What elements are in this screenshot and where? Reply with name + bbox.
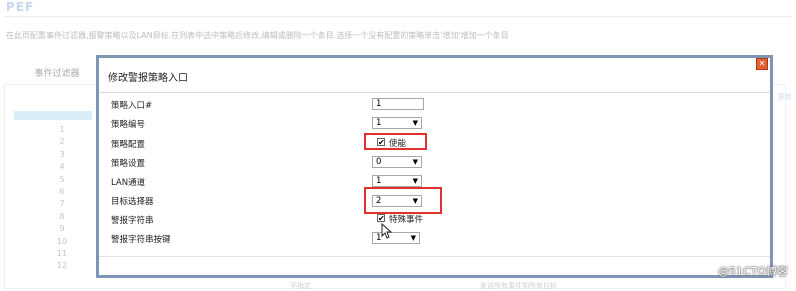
policy-number-label: 策略编号 <box>111 120 146 130</box>
page-title: PEF <box>6 0 35 14</box>
lan-channel-select[interactable]: 1 ▼ <box>372 175 422 187</box>
policy-setting-label: 策略设置 <box>111 159 146 169</box>
row-number[interactable]: 11 <box>52 248 72 260</box>
lan-channel-value: 1 <box>376 176 382 186</box>
mouse-pointer-icon <box>381 223 393 239</box>
selected-row-highlight[interactable] <box>14 111 92 120</box>
chevron-down-icon: ▼ <box>412 119 418 127</box>
row-number[interactable]: 4 <box>52 161 72 173</box>
special-event-checkbox[interactable]: ✔ <box>377 214 385 223</box>
row-number[interactable]: 2 <box>52 136 72 148</box>
row-number[interactable]: 10 <box>52 236 72 248</box>
policy-setting-select[interactable]: 0 ▼ <box>372 156 422 168</box>
background-cell: 不指定 <box>290 282 311 290</box>
policy-entry-label: 策略入口# <box>111 101 153 111</box>
dialog-header: 修改警报策略入口 ✕ <box>99 58 770 93</box>
edit-alert-policy-dialog: 修改警报策略入口 ✕ 策略入口# 1 策略编号 1 ▼ 策略配置 ✔ 使能 策略… <box>96 55 773 278</box>
row-number[interactable]: 3 <box>52 149 72 161</box>
lan-channel-label: LAN通道 <box>111 178 146 188</box>
policy-entry-input[interactable]: 1 <box>372 98 424 110</box>
background-right-text: 更新 <box>778 93 792 101</box>
row-number[interactable]: 12 <box>52 260 72 272</box>
target-selector-label: 目标选择器 <box>111 197 154 207</box>
policy-number-value: 1 <box>376 118 382 128</box>
row-number[interactable]: 9 <box>52 223 72 235</box>
special-event-label: 特殊事件 <box>389 215 424 225</box>
row-number[interactable]: 8 <box>52 211 72 223</box>
row-number-list: 1 2 3 4 5 6 7 8 9 10 11 12 <box>52 124 72 273</box>
policy-setting-value: 0 <box>376 157 382 167</box>
row-number[interactable]: 1 <box>52 124 72 136</box>
alert-string-key-select[interactable]: 1 ▼ <box>372 232 420 244</box>
policy-config-label: 策略配置 <box>111 140 146 150</box>
tab-event-filter[interactable]: 事件过滤器 <box>14 64 100 84</box>
page-description: 在此页配置事件过滤器,报警策略以及LAN目标.在列表中选中策略后修改,编辑或删除… <box>6 31 509 40</box>
alert-string-key-label: 警报字符串按键 <box>111 235 171 245</box>
chevron-down-icon: ▼ <box>412 158 418 166</box>
row-number[interactable]: 6 <box>52 186 72 198</box>
alert-string-label: 警报字符串 <box>111 216 154 226</box>
chevron-down-icon: ▼ <box>412 177 418 185</box>
dialog-title: 修改警报策略入口 <box>108 73 188 84</box>
highlight-box-enable <box>364 133 427 150</box>
row-number[interactable]: 5 <box>52 174 72 186</box>
background-cell: 发送所有事件到所有目标 <box>480 282 557 290</box>
chevron-down-icon: ▼ <box>410 234 416 242</box>
close-icon[interactable]: ✕ <box>756 58 768 70</box>
policy-number-select[interactable]: 1 ▼ <box>372 117 422 129</box>
highlight-box-target <box>364 187 442 214</box>
watermark: @51CTO博客 <box>717 265 788 278</box>
title-divider <box>4 16 792 17</box>
row-number[interactable]: 7 <box>52 198 72 210</box>
dialog-footer-divider <box>99 256 770 257</box>
